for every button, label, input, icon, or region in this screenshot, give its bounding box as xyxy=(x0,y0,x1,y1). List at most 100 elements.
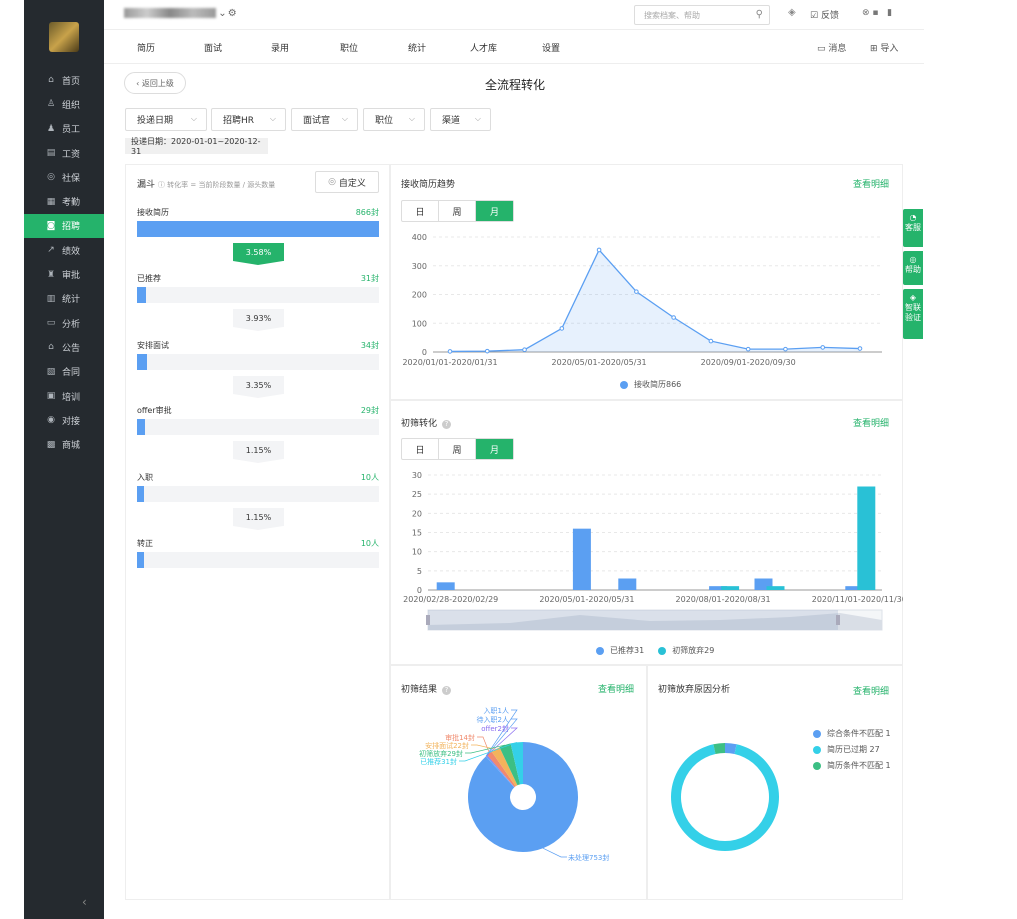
filter-position[interactable]: 职位 ⌵ xyxy=(363,108,425,131)
segment-day[interactable]: 日 xyxy=(402,439,439,459)
sidebar-item[interactable]: ▤ 工资 xyxy=(24,141,104,165)
y-tick-label: 15 xyxy=(412,529,422,538)
reason-donut-chart xyxy=(671,743,779,851)
filter-interviewer[interactable]: 面试官 ⌵ xyxy=(291,108,358,131)
verify-tab[interactable]: ◈ 智联验证 xyxy=(903,289,923,339)
sidebar-item[interactable]: ♟ 员工 xyxy=(24,117,104,141)
sidebar-item[interactable]: ♜ 审批 xyxy=(24,262,104,286)
funnel-bar-fill xyxy=(137,221,379,237)
help-tab[interactable]: ◎ 帮助 xyxy=(903,251,923,285)
sidebar-item[interactable]: ♙ 组织 xyxy=(24,92,104,116)
sidebar-item-label: 商城 xyxy=(62,441,81,452)
collapse-sidebar-icon[interactable]: ‹ xyxy=(82,895,87,909)
segment-month[interactable]: 月 xyxy=(476,201,513,221)
pie-label: 已推荐31封 xyxy=(420,757,457,766)
sidebar-item[interactable]: ◉ 对接 xyxy=(24,408,104,432)
nav-stats[interactable]: 统计 xyxy=(408,41,426,54)
segment-month[interactable]: 月 xyxy=(476,439,513,459)
legend-dot xyxy=(658,646,667,655)
feedback-button[interactable]: ☑ 反馈 xyxy=(810,8,839,21)
funnel-bar xyxy=(137,486,379,502)
sidebar-item[interactable]: ▥ 统计 xyxy=(24,287,104,311)
result-title: 初筛结果? xyxy=(401,682,452,695)
import-button[interactable]: ⊞ 导入 xyxy=(870,41,898,54)
messages-button[interactable]: ▭ 消息 xyxy=(817,41,846,54)
user-menu[interactable]: ⊗ ▪ ▮ xyxy=(862,8,892,18)
search-icon[interactable]: ⚲ xyxy=(756,9,763,20)
x-tick-label: 2020/05/01-2020/05/31 xyxy=(552,358,647,367)
funnel-bar-fill xyxy=(137,287,146,303)
funnel-stage-count: 10人 xyxy=(360,539,379,548)
reason-legend-item: 简历已过期 27 xyxy=(813,744,880,755)
help-icon[interactable]: ? xyxy=(442,420,452,429)
result-detail-link[interactable]: 查看明细 xyxy=(598,682,634,695)
sidebar-item-label: 绩效 xyxy=(62,246,81,257)
customer-service-tab[interactable]: ◔ 客服 xyxy=(903,209,923,247)
funnel-bar xyxy=(137,552,379,568)
notification-icon[interactable]: ◈ xyxy=(788,7,796,18)
performance-icon: ↗ xyxy=(47,245,55,256)
nav-settings[interactable]: 设置 xyxy=(542,41,560,54)
trend-detail-link[interactable]: 查看明细 xyxy=(853,177,889,190)
segment-week[interactable]: 周 xyxy=(439,439,476,459)
trend-granularity: 日 周 月 xyxy=(401,200,514,222)
sidebar-item-label: 合同 xyxy=(62,368,81,379)
back-button[interactable]: ‹ 返回上级 xyxy=(124,72,186,94)
filter-apply-date[interactable]: 投递日期 ⌵ xyxy=(125,108,207,131)
data-point xyxy=(522,347,527,352)
date-range-tag: 投递日期：2020-01-01~2020-12-31 xyxy=(125,137,268,156)
insurance-icon: ◎ xyxy=(47,172,55,183)
sidebar-item[interactable]: ▣ 培训 xyxy=(24,384,104,408)
funnel-conversion-rate: 3.58% xyxy=(233,243,284,265)
segment-week[interactable]: 周 xyxy=(439,201,476,221)
x-tick-label: 2020/09/01-2020/09/30 xyxy=(701,358,796,367)
sidebar: ⌂ 首页 ♙ 组织 ♟ 员工 ▤ 工资 ◎ 社保 ▦ 考勤 ◙ 招聘 ↗ 绩效 ♜ 审批 ▥ 统计 ▭ 分析 ⌂ 公告 ▧ 合同 ▣… xyxy=(24,0,104,919)
funnel-title: 漏斗 ⓘ 转化率 = 当前阶段数量 / 源头数量 xyxy=(137,180,276,190)
sidebar-item[interactable]: ⌂ 公告 xyxy=(24,335,104,359)
x-tick-label: 2020/11/01-2020/11/30 xyxy=(812,595,903,604)
gear-icon[interactable]: ⚙ xyxy=(228,8,237,19)
sidebar-item[interactable]: ↗ 绩效 xyxy=(24,238,104,262)
filter-channel[interactable]: 渠道 ⌵ xyxy=(430,108,491,131)
segment-day[interactable]: 日 xyxy=(402,201,439,221)
page-title: 全流程转化 xyxy=(484,78,545,92)
sidebar-item[interactable]: ⌂ 首页 xyxy=(24,68,104,92)
donut-slice xyxy=(671,744,779,851)
sidebar-item[interactable]: ▦ 考勤 xyxy=(24,189,104,213)
filter-hr[interactable]: 招聘HR ⌵ xyxy=(211,108,286,131)
headset-icon: ◔ xyxy=(909,213,917,222)
reason-detail-link[interactable]: 查看明细 xyxy=(853,684,889,697)
reason-legend-item: 简历条件不匹配 1 xyxy=(813,760,891,771)
y-tick-label: 0 xyxy=(422,348,427,357)
company-logo[interactable] xyxy=(49,22,79,52)
sidebar-item-label: 公告 xyxy=(62,343,81,354)
legend-dot xyxy=(813,729,821,738)
search-input[interactable]: 搜索档案、帮助 ⚲ xyxy=(634,5,770,25)
screening-detail-link[interactable]: 查看明细 xyxy=(853,416,889,429)
home-icon: ⌂ xyxy=(48,75,54,86)
data-point xyxy=(783,346,788,352)
data-point xyxy=(559,326,565,331)
sidebar-item[interactable]: ▩ 商城 xyxy=(24,432,104,456)
pie-label: 安排面试22封 xyxy=(425,741,469,750)
sidebar-item[interactable]: ◎ 社保 xyxy=(24,165,104,189)
nav-talent-pool[interactable]: 人才库 xyxy=(470,41,497,54)
sidebar-item-label: 考勤 xyxy=(62,198,81,209)
help-icon[interactable]: ? xyxy=(442,686,452,695)
sidebar-item[interactable]: ▧ 合同 xyxy=(24,360,104,384)
nav-interview[interactable]: 面试 xyxy=(204,41,222,54)
company-switcher[interactable]: ⌄ ⚙ xyxy=(124,8,237,19)
chevron-down-icon: ⌵ xyxy=(341,114,348,123)
y-tick-label: 300 xyxy=(412,262,427,271)
nav-position[interactable]: 职位 xyxy=(340,41,358,54)
nav-hire[interactable]: 录用 xyxy=(271,41,289,54)
screening-legend: 已推荐31 初筛放弃29 xyxy=(596,645,714,656)
approval-icon: ♜ xyxy=(46,269,56,280)
sidebar-item[interactable]: ▭ 分析 xyxy=(24,311,104,335)
trend-chart: 0 100 200 300 400 2020/01/01-2020/01/31 2020/0… xyxy=(402,233,882,367)
y-tick-label: 30 xyxy=(412,471,422,480)
nav-resume[interactable]: 简历 xyxy=(137,41,155,54)
customize-button[interactable]: ◎ 自定义 xyxy=(315,171,379,193)
sidebar-item[interactable]: ◙ 招聘 xyxy=(24,213,104,239)
chevron-down-icon: ⌵ xyxy=(474,114,481,123)
